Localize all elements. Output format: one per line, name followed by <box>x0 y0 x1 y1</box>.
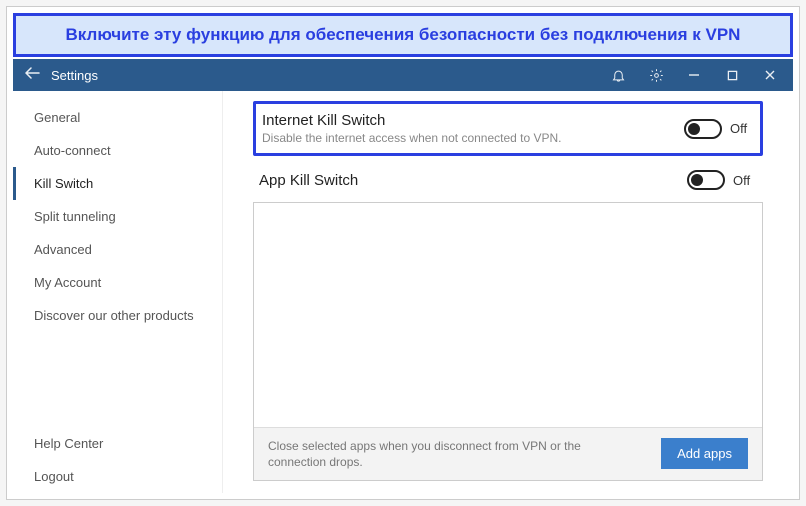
bell-icon[interactable] <box>601 59 635 91</box>
annotation-banner: Включите эту функцию для обеспечения без… <box>13 13 793 57</box>
sidebar-item-kill-switch[interactable]: Kill Switch <box>13 167 222 200</box>
app-kill-switch-row: App Kill Switch Off <box>253 162 763 198</box>
sidebar-item-help-center[interactable]: Help Center <box>13 427 222 460</box>
app-kill-list-footer: Close selected apps when you disconnect … <box>254 427 762 480</box>
content-pane: Internet Kill Switch Disable the interne… <box>223 91 793 493</box>
gear-icon[interactable] <box>639 59 673 91</box>
back-arrow-icon[interactable] <box>13 66 51 84</box>
sidebar-item-discover[interactable]: Discover our other products <box>13 299 222 332</box>
sidebar-item-auto-connect[interactable]: Auto-connect <box>13 134 222 167</box>
close-icon[interactable] <box>753 59 787 91</box>
sidebar-item-advanced[interactable]: Advanced <box>13 233 222 266</box>
maximize-icon[interactable] <box>715 59 749 91</box>
internet-kill-switch-subtitle: Disable the internet access when not con… <box>262 131 684 145</box>
sidebar-item-general[interactable]: General <box>13 101 222 134</box>
app-kill-list-body <box>254 203 762 427</box>
window-title: Settings <box>51 68 98 83</box>
app-kill-switch-title: App Kill Switch <box>259 172 687 189</box>
internet-kill-switch-title: Internet Kill Switch <box>262 112 684 129</box>
app-kill-list: Close selected apps when you disconnect … <box>253 202 763 481</box>
sidebar-item-split-tunneling[interactable]: Split tunneling <box>13 200 222 233</box>
minimize-icon[interactable] <box>677 59 711 91</box>
internet-kill-switch-row: Internet Kill Switch Disable the interne… <box>253 101 763 156</box>
internet-kill-switch-toggle[interactable] <box>684 119 722 139</box>
add-apps-button[interactable]: Add apps <box>661 438 748 469</box>
app-kill-switch-state: Off <box>733 173 757 188</box>
sidebar: General Auto-connect Kill Switch Split t… <box>13 91 223 493</box>
sidebar-item-my-account[interactable]: My Account <box>13 266 222 299</box>
window-titlebar: Settings <box>13 59 793 91</box>
app-kill-switch-toggle[interactable] <box>687 170 725 190</box>
sidebar-item-logout[interactable]: Logout <box>13 460 222 493</box>
app-kill-footer-text: Close selected apps when you disconnect … <box>268 438 661 470</box>
internet-kill-switch-state: Off <box>730 121 754 136</box>
